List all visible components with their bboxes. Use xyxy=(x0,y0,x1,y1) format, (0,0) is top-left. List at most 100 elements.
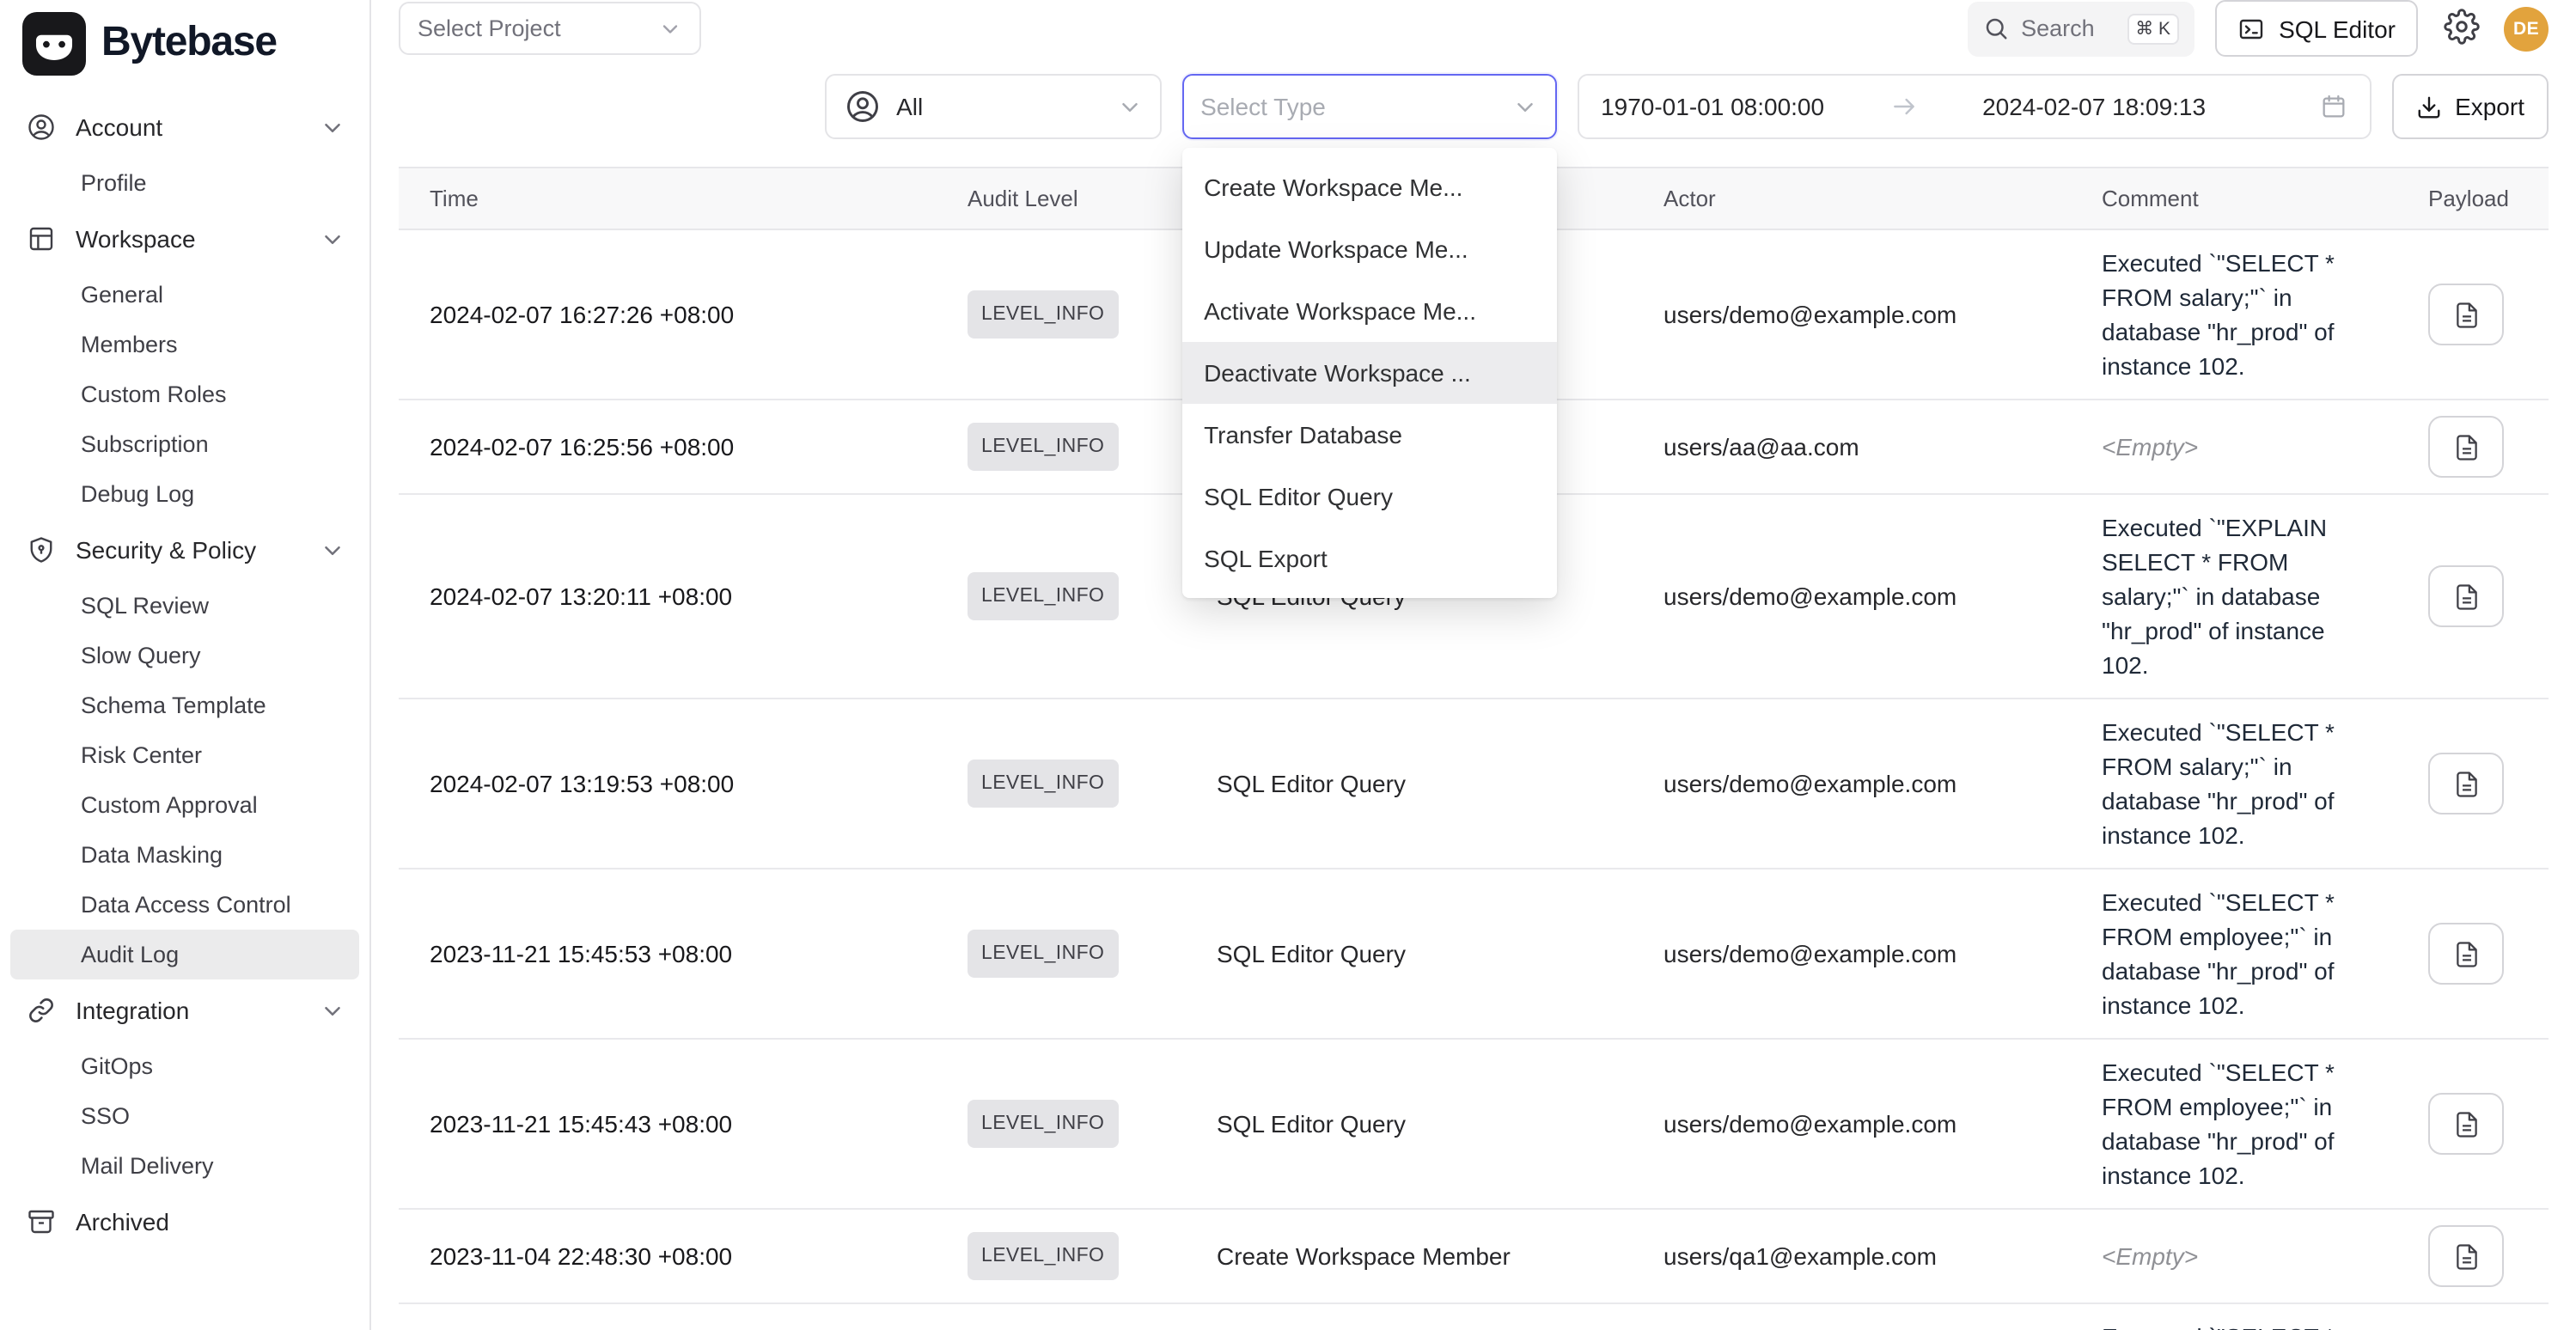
payload-button[interactable] xyxy=(2428,284,2504,345)
terminal-icon xyxy=(2237,15,2265,42)
sidebar-item-label: Mail Delivery xyxy=(81,1153,214,1179)
type-option-sql-editor-query[interactable]: SQL Editor Query xyxy=(1181,466,1556,528)
date-to-value: 2024-02-07 18:09:13 xyxy=(1982,93,2206,120)
sql-editor-button[interactable]: SQL Editor xyxy=(2215,0,2418,57)
cell-actor: users/demo@example.com xyxy=(1633,1303,2071,1330)
cell-audit-level: LEVEL_INFO xyxy=(937,400,1186,494)
sidebar-group-label: Security & Policy xyxy=(76,536,256,564)
column-header-payload: Payload xyxy=(2397,168,2549,229)
user-avatar[interactable]: DE xyxy=(2504,6,2549,51)
sidebar-group-workspace[interactable]: Workspace xyxy=(0,208,369,270)
sidebar-item-gitops[interactable]: GitOps xyxy=(10,1041,359,1091)
sidebar-item-members[interactable]: Members xyxy=(10,320,359,369)
type-option-sql-export[interactable]: SQL Export xyxy=(1181,528,1556,589)
actor-filter-select[interactable]: All xyxy=(824,74,1161,139)
payload-button[interactable] xyxy=(2428,923,2504,985)
search-input[interactable]: Search ⌘ K xyxy=(1968,1,2194,56)
type-dropdown-menu: Create Workspace Me...Update Workspace M… xyxy=(1181,148,1556,598)
sidebar-item-general[interactable]: General xyxy=(10,270,359,320)
file-icon xyxy=(2451,939,2481,968)
sidebar-item-debug-log[interactable]: Debug Log xyxy=(10,469,359,519)
cell-payload xyxy=(2397,494,2549,699)
audit-level-badge: LEVEL_INFO xyxy=(968,1100,1118,1148)
payload-button[interactable] xyxy=(2428,1225,2504,1287)
cell-payload xyxy=(2397,1209,2549,1303)
sidebar-group-archived[interactable]: Archived xyxy=(0,1191,369,1253)
sidebar-item-audit-log[interactable]: Audit Log xyxy=(10,930,359,979)
project-select[interactable]: Select Project xyxy=(399,2,701,55)
column-header-comment: Comment xyxy=(2071,168,2397,229)
audit-level-badge: LEVEL_INFO xyxy=(968,1232,1118,1280)
type-filter-select[interactable]: Select Type xyxy=(1181,74,1556,139)
cell-audit-type: SQL Editor Query xyxy=(1186,699,1633,869)
cell-audit-type: SQL Editor Query xyxy=(1186,869,1633,1039)
cell-audit-level: LEVEL_INFO xyxy=(937,1039,1186,1209)
sidebar-group-integration[interactable]: Integration xyxy=(0,979,369,1041)
sidebar-nav: Account Profile Workspace General Member… xyxy=(0,86,369,1330)
cell-comment: Executed `"SELECT * FROM employee;"` in … xyxy=(2071,1039,2397,1209)
payload-button[interactable] xyxy=(2428,416,2504,478)
cell-audit-type: SQL Editor Query xyxy=(1186,1303,1633,1330)
cell-time: 2023-11-21 15:45:43 +08:00 xyxy=(399,1039,937,1209)
cell-time: 2024-02-07 13:19:53 +08:00 xyxy=(399,699,937,869)
type-option-update-workspace-me[interactable]: Update Workspace Me... xyxy=(1181,218,1556,280)
file-icon xyxy=(2451,1109,2481,1138)
audit-level-badge: LEVEL_INFO xyxy=(968,760,1118,808)
column-header-time: Time xyxy=(399,168,937,229)
cell-audit-level: LEVEL_INFO xyxy=(937,1209,1186,1303)
cell-actor: users/demo@example.com xyxy=(1633,1039,2071,1209)
chevron-down-icon xyxy=(320,537,345,563)
sidebar-item-custom-approval[interactable]: Custom Approval xyxy=(10,780,359,830)
cell-audit-level: LEVEL_INFO xyxy=(937,699,1186,869)
cell-comment: Executed `"SELECT * FROM employee;"` in … xyxy=(2071,869,2397,1039)
audit-log-row: 2024-02-07 13:19:53 +08:00 LEVEL_INFO SQ… xyxy=(399,699,2549,869)
sidebar-item-label: Subscription xyxy=(81,431,209,457)
sidebar-group-label: Workspace xyxy=(76,225,196,253)
export-button[interactable]: Export xyxy=(2391,74,2549,139)
sidebar-item-schema-template[interactable]: Schema Template xyxy=(10,680,359,730)
cell-time: 2023-11-04 21:26:24 +08:00 xyxy=(399,1303,937,1330)
sidebar-item-mail-delivery[interactable]: Mail Delivery xyxy=(10,1141,359,1191)
sidebar-item-slow-query[interactable]: Slow Query xyxy=(10,631,359,680)
brand-name: Bytebase xyxy=(101,19,277,67)
sidebar-item-risk-center[interactable]: Risk Center xyxy=(10,730,359,780)
type-option-transfer-database[interactable]: Transfer Database xyxy=(1181,404,1556,466)
sidebar-item-data-masking[interactable]: Data Masking xyxy=(10,830,359,880)
file-icon xyxy=(2451,769,2481,798)
sidebar-item-label: Schema Template xyxy=(81,692,266,718)
sidebar-item-data-access-control[interactable]: Data Access Control xyxy=(10,880,359,930)
payload-button[interactable] xyxy=(2428,1093,2504,1155)
type-option-activate-workspace-me[interactable]: Activate Workspace Me... xyxy=(1181,280,1556,342)
column-header-audit-level: Audit Level xyxy=(937,168,1186,229)
type-filter-wrap: Select Type Create Workspace Me...Update… xyxy=(1181,74,1556,139)
settings-button[interactable] xyxy=(2439,6,2483,51)
search-icon xyxy=(1983,15,2009,41)
cell-audit-type: Create Workspace Member xyxy=(1186,1209,1633,1303)
brand-logo[interactable]: Bytebase xyxy=(0,0,369,86)
sidebar-item-label: Data Access Control xyxy=(81,892,291,918)
cell-time: 2023-11-04 22:48:30 +08:00 xyxy=(399,1209,937,1303)
sidebar-group-security-policy[interactable]: Security & Policy xyxy=(0,519,369,581)
payload-button[interactable] xyxy=(2428,565,2504,627)
payload-button[interactable] xyxy=(2428,753,2504,814)
sidebar-item-sso[interactable]: SSO xyxy=(10,1091,359,1141)
cell-payload xyxy=(2397,699,2549,869)
search-shortcut-kbd: ⌘ K xyxy=(2127,13,2179,44)
type-option-create-workspace-me[interactable]: Create Workspace Me... xyxy=(1181,156,1556,218)
integration-icon xyxy=(26,995,57,1026)
type-option-deactivate-workspace[interactable]: Deactivate Workspace ... xyxy=(1181,342,1556,404)
type-filter-placeholder: Select Type xyxy=(1200,93,1326,120)
sidebar-item-custom-roles[interactable]: Custom Roles xyxy=(10,369,359,419)
chevron-down-icon xyxy=(320,114,345,140)
shield-icon xyxy=(26,534,57,565)
sidebar-group-account[interactable]: Account xyxy=(0,96,369,158)
cell-time: 2024-02-07 16:25:56 +08:00 xyxy=(399,400,937,494)
audit-log-row: 2023-11-04 22:48:30 +08:00 LEVEL_INFO Cr… xyxy=(399,1209,2549,1303)
cell-actor: users/qa1@example.com xyxy=(1633,1209,2071,1303)
cell-time: 2024-02-07 16:27:26 +08:00 xyxy=(399,229,937,400)
date-range-picker[interactable]: 1970-01-01 08:00:00 2024-02-07 18:09:13 xyxy=(1577,74,2371,139)
sidebar-item-sql-review[interactable]: SQL Review xyxy=(10,581,359,631)
sidebar-item-profile[interactable]: Profile xyxy=(10,158,359,208)
sidebar-item-subscription[interactable]: Subscription xyxy=(10,419,359,469)
cell-payload xyxy=(2397,1039,2549,1209)
